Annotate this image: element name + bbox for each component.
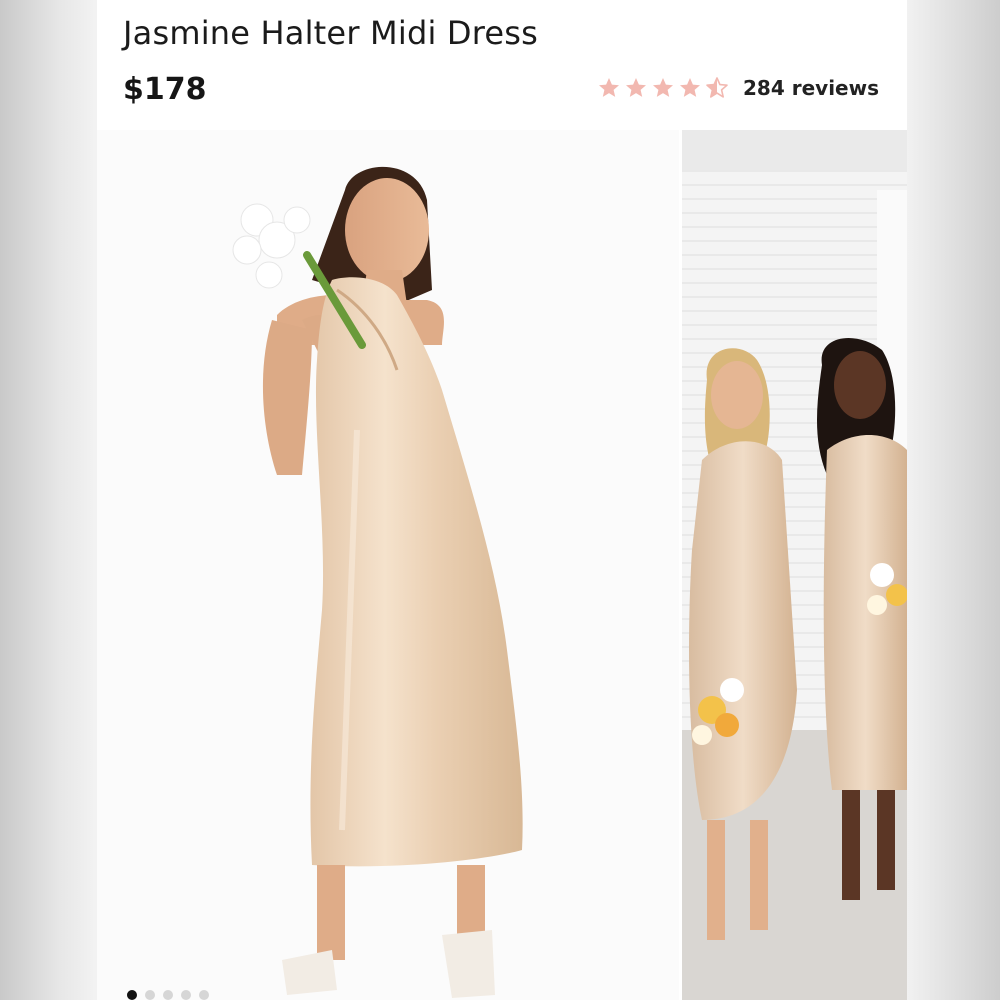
- reviews-link[interactable]: 284 reviews: [743, 76, 879, 100]
- star-icon: [599, 78, 620, 97]
- carousel-dot[interactable]: [163, 990, 173, 1000]
- carousel-dot-active[interactable]: [127, 990, 137, 1000]
- carousel-dots[interactable]: [127, 990, 209, 1000]
- star-icon: [626, 78, 647, 97]
- star-icon: [653, 78, 674, 97]
- product-title: Jasmine Halter Midi Dress: [123, 14, 539, 52]
- product-card: Jasmine Halter Midi Dress $178 284 revie…: [97, 0, 907, 1000]
- carousel-dot[interactable]: [199, 990, 209, 1000]
- star-rating: [597, 76, 729, 100]
- carousel-dot[interactable]: [145, 990, 155, 1000]
- model-front-photo[interactable]: [97, 130, 679, 1000]
- carousel-dot[interactable]: [181, 990, 191, 1000]
- bridesmaids-photo[interactable]: [682, 130, 907, 1000]
- product-price: $178: [123, 72, 207, 107]
- product-header: Jasmine Halter Midi Dress $178 284 revie…: [97, 0, 907, 130]
- rating-summary[interactable]: 284 reviews: [597, 76, 879, 100]
- model-front-image: [97, 130, 679, 1000]
- half-star-icon: [706, 77, 728, 98]
- star-icon: [680, 78, 701, 97]
- bridesmaids-image: [682, 130, 907, 1000]
